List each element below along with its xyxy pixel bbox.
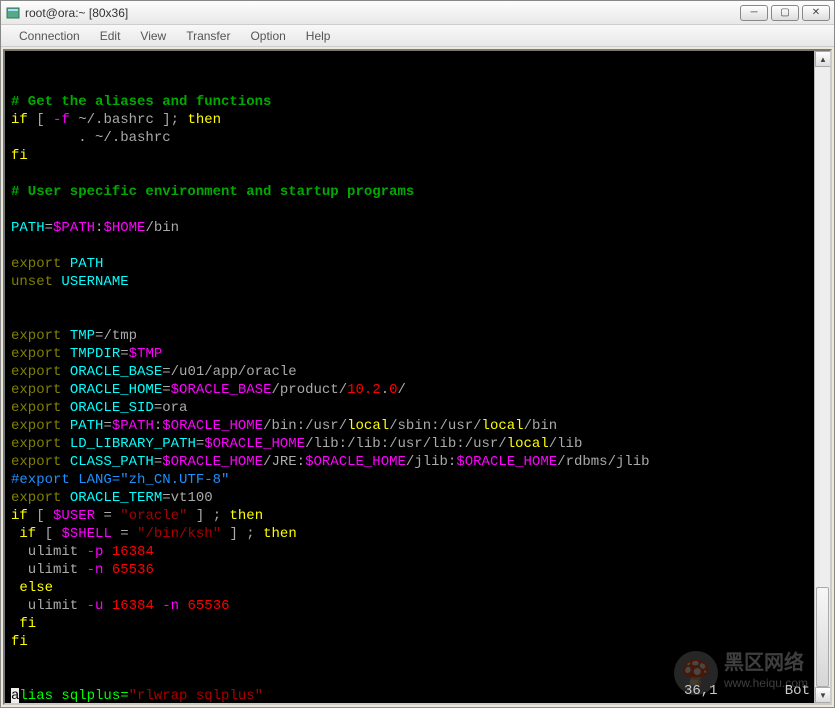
comment-line: # User specific environment and startup … <box>11 184 414 200</box>
menu-option[interactable]: Option <box>240 27 295 45</box>
kw-if: if <box>11 112 28 128</box>
app-icon <box>5 5 21 21</box>
menubar: Connection Edit View Transfer Option Hel… <box>1 25 834 47</box>
terminal-container: # Get the aliases and functions if [ -f … <box>3 49 832 705</box>
scroll-down-button[interactable]: ▼ <box>815 687 831 703</box>
comment-line: # Get the aliases and functions <box>11 94 271 110</box>
menu-view[interactable]: View <box>130 27 176 45</box>
maximize-button[interactable]: ▢ <box>771 5 799 21</box>
blank-line <box>11 76 19 92</box>
menu-edit[interactable]: Edit <box>90 27 131 45</box>
kw-fi: fi <box>11 148 28 164</box>
titlebar[interactable]: root@ora:~ [80x36] ─ ▢ ✕ <box>1 1 834 25</box>
window-controls: ─ ▢ ✕ <box>740 5 830 21</box>
scroll-thumb[interactable] <box>816 587 829 687</box>
terminal[interactable]: # Get the aliases and functions if [ -f … <box>5 51 830 705</box>
app-window: root@ora:~ [80x36] ─ ▢ ✕ Connection Edit… <box>0 0 835 708</box>
window-title: root@ora:~ [80x36] <box>25 6 740 20</box>
menu-connection[interactable]: Connection <box>9 27 90 45</box>
vim-status: 36,1 Bot <box>684 683 810 699</box>
scrollbar[interactable]: ▲ ▼ <box>814 51 830 703</box>
scroll-up-button[interactable]: ▲ <box>815 51 831 67</box>
close-button[interactable]: ✕ <box>802 5 830 21</box>
minimize-button[interactable]: ─ <box>740 5 768 21</box>
scroll-track[interactable] <box>815 67 830 687</box>
menu-transfer[interactable]: Transfer <box>176 27 240 45</box>
menu-help[interactable]: Help <box>296 27 341 45</box>
comment-line: #export LANG="zh_CN.UTF-8" <box>11 472 229 488</box>
